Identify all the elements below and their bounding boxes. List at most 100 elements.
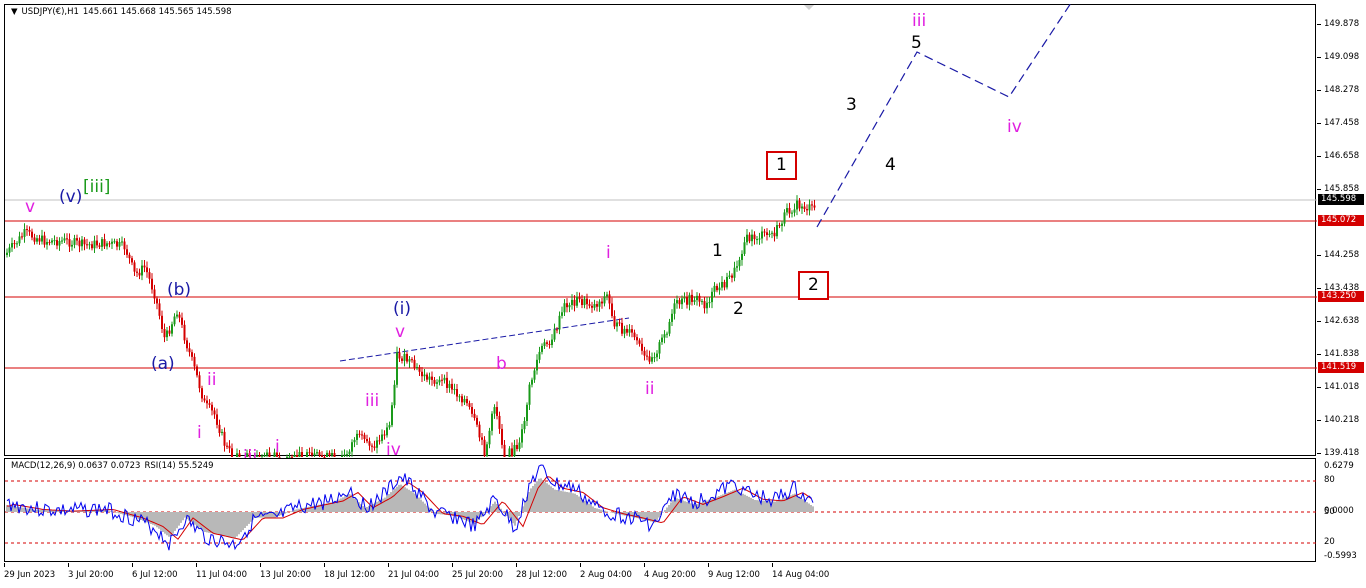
candle-body xyxy=(588,304,591,306)
candle-body xyxy=(763,231,766,233)
candle-body xyxy=(388,425,391,428)
wave-label-iii-proj: iii xyxy=(912,11,927,31)
indicator-canvas xyxy=(5,464,1317,551)
candle-body xyxy=(616,322,618,327)
candle-body xyxy=(511,448,513,457)
candle-body xyxy=(598,301,601,307)
time-axis[interactable]: 29 Jun 2023 3 Jul 20:00 6 Jul 12:00 11 J… xyxy=(4,563,1316,588)
candle-body xyxy=(11,243,13,248)
candle-body xyxy=(483,439,486,457)
candle-body xyxy=(461,396,463,403)
level-tag-141-519: 141.519 xyxy=(1318,362,1364,373)
candle-body xyxy=(623,328,626,334)
candle-body xyxy=(58,240,61,246)
candle-body xyxy=(643,350,646,356)
current-price-tag: 145.598 xyxy=(1318,194,1364,205)
candle-body xyxy=(563,303,566,313)
candle-body xyxy=(596,304,598,307)
candle-body xyxy=(66,238,68,240)
indicator-panel[interactable]: MACD(12,26,9) 0.0637 0.0723 RSI(14) 55.52… xyxy=(4,458,1317,562)
candle-body xyxy=(421,371,423,377)
candle-body xyxy=(46,242,48,245)
price-tick: 149.878 xyxy=(1324,19,1360,29)
candle-body xyxy=(163,329,166,338)
candle-body xyxy=(573,299,576,306)
candle-body xyxy=(518,442,521,450)
candle-body xyxy=(718,287,721,291)
candle-body xyxy=(48,242,51,244)
candle-body xyxy=(161,315,163,330)
time-label: 25 Jul 20:00 xyxy=(452,570,503,580)
candle-body xyxy=(198,375,201,389)
wave-label-ii-left: ii xyxy=(207,370,217,390)
candle-body xyxy=(366,438,368,442)
candle-body xyxy=(568,305,571,308)
candle-body xyxy=(376,440,378,448)
candle-body xyxy=(786,208,788,213)
wave-label-i-paren: (i) xyxy=(393,299,411,319)
candle-body xyxy=(38,238,41,242)
time-label: 18 Jul 12:00 xyxy=(324,570,375,580)
candle-body xyxy=(638,340,641,344)
candle-body xyxy=(321,455,323,457)
candle-body xyxy=(358,433,361,435)
candle-body xyxy=(76,238,78,241)
candle-body xyxy=(746,234,748,243)
candle-body xyxy=(123,241,126,250)
candle-body xyxy=(218,424,221,433)
candle-body xyxy=(453,389,456,391)
candle-body xyxy=(498,415,501,429)
candle-body xyxy=(51,240,53,243)
candle-body xyxy=(751,234,753,242)
price-chart-panel[interactable]: ▼ USDJPY(€),H1 145.661 145.668 145.565 145… xyxy=(4,2,1317,466)
candle-body xyxy=(418,366,421,372)
candle-body xyxy=(438,379,441,383)
candle-body xyxy=(208,403,211,405)
candle-body xyxy=(106,243,108,247)
candle-body xyxy=(306,452,308,457)
candle-body xyxy=(371,445,373,447)
candle-body xyxy=(803,206,806,210)
candle-body xyxy=(121,241,123,243)
candle-body xyxy=(676,300,678,304)
candle-body xyxy=(443,377,446,381)
candle-body xyxy=(658,342,661,354)
candle-body xyxy=(808,204,811,211)
candle-body xyxy=(158,303,161,316)
candle-body xyxy=(16,243,18,245)
candle-body xyxy=(543,342,546,346)
candle-body xyxy=(238,453,241,457)
candle-body xyxy=(446,377,448,388)
candle-body xyxy=(228,445,231,449)
candle-body xyxy=(788,208,791,214)
candle-body xyxy=(436,382,438,384)
candle-body xyxy=(236,453,238,457)
candle-body xyxy=(126,249,128,255)
candle-body xyxy=(606,294,608,297)
candle-body xyxy=(471,407,473,414)
candle-body xyxy=(383,434,386,436)
candle-body xyxy=(581,299,583,306)
boxed-wave-label-1: 1 xyxy=(766,151,797,180)
candle-body xyxy=(316,452,318,454)
candle-body xyxy=(528,384,531,405)
candle-body xyxy=(576,296,578,306)
candle-body xyxy=(103,239,106,247)
candle-body xyxy=(53,240,56,242)
candle-body xyxy=(368,441,371,446)
candle-body xyxy=(416,366,418,368)
candle-body xyxy=(678,300,681,305)
indicator-scale[interactable]: 0.6279 80 0.0000 50 20 -0.5993 xyxy=(1317,458,1366,562)
candle-body xyxy=(441,379,443,381)
indicator-tick: -0.5993 xyxy=(1324,551,1357,561)
price-scale[interactable]: 149.878 149.098 148.278 147.458 146.658 … xyxy=(1317,4,1366,458)
candle-body xyxy=(708,302,711,304)
candle-body xyxy=(553,329,556,340)
candle-body xyxy=(148,272,151,279)
candle-body xyxy=(743,242,746,254)
candle-body xyxy=(561,312,563,316)
candle-body xyxy=(481,437,483,440)
candle-body xyxy=(793,209,796,213)
candle-body xyxy=(766,232,768,235)
candle-body xyxy=(408,359,411,362)
